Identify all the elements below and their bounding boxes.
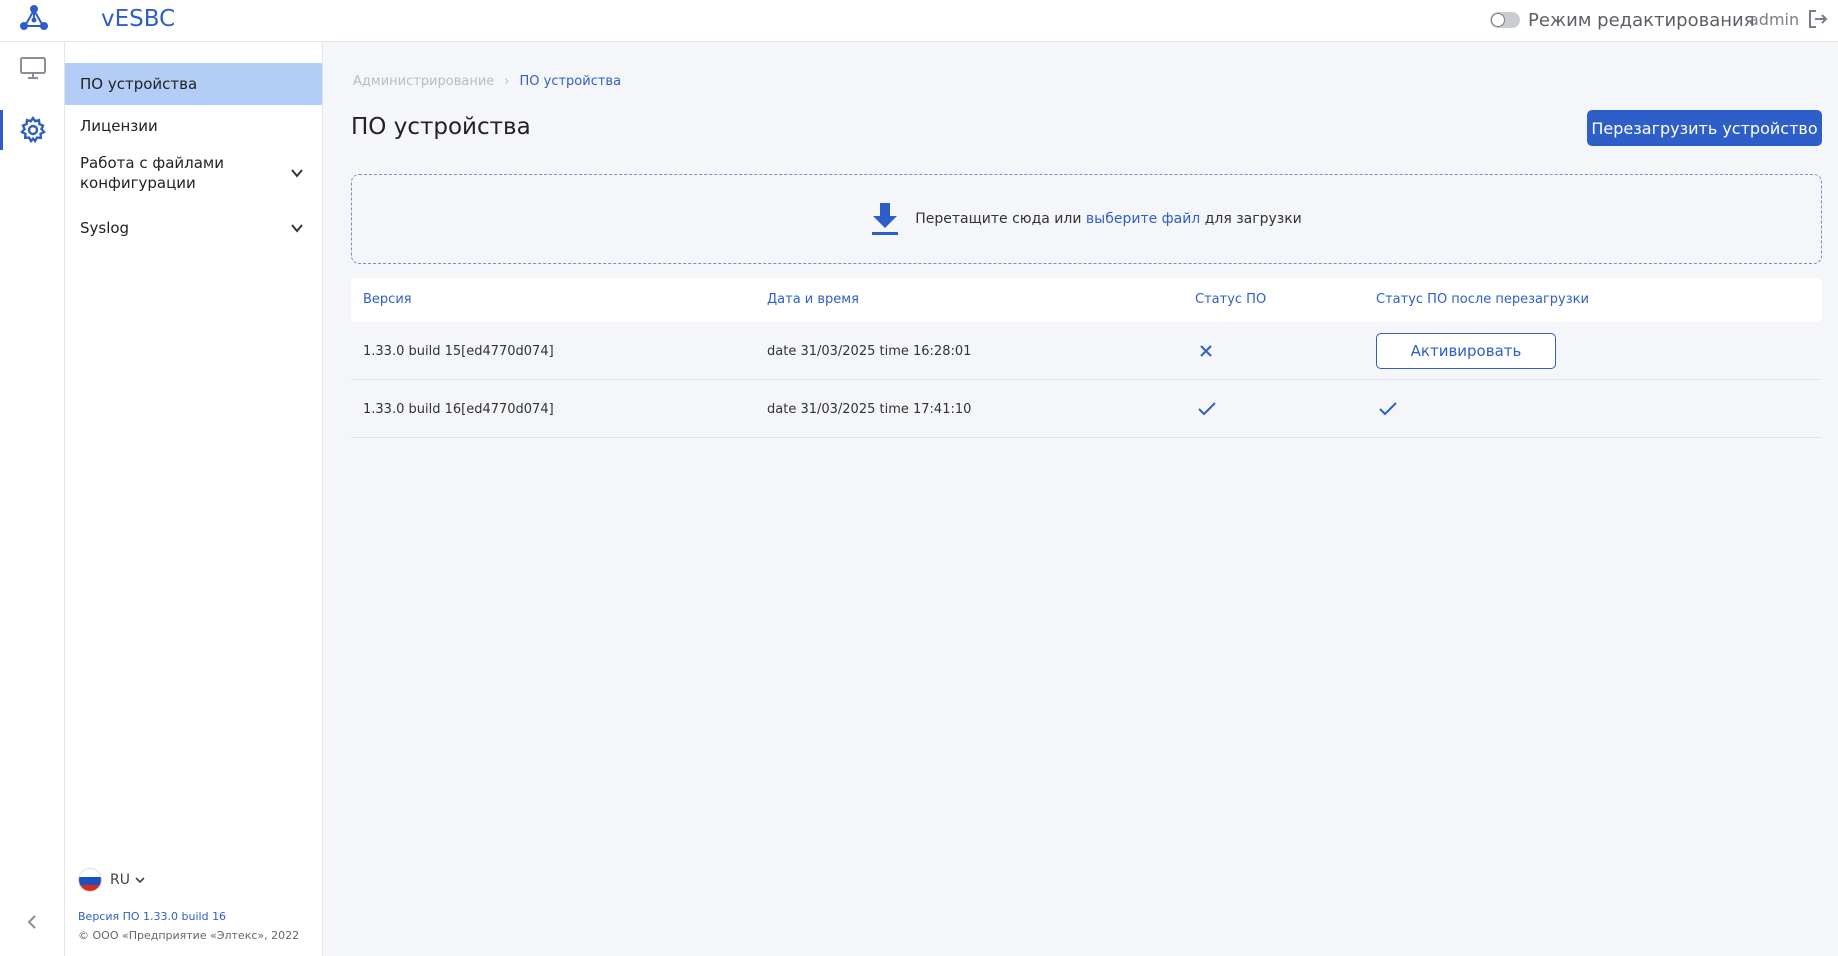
russia-flag-icon <box>78 868 102 892</box>
sidebar-item-label: Лицензии <box>80 117 158 135</box>
top-bar: vESBC Режим редактирования admin <box>0 0 1838 42</box>
chevron-down-icon <box>291 224 303 233</box>
cell-status-after-reboot: Активировать <box>1376 322 1556 380</box>
choose-file-link[interactable]: выберите файл <box>1086 211 1200 227</box>
cell-status-after-reboot <box>1379 380 1397 438</box>
firmware-table: Версия Дата и время Статус ПО Статус ПО … <box>351 278 1822 438</box>
user-menu: admin <box>1749 9 1829 29</box>
software-version[interactable]: Версия ПО 1.33.0 build 16 <box>78 910 226 923</box>
breadcrumb-separator: › <box>504 74 510 89</box>
chevron-left-icon <box>27 915 36 929</box>
cell-status <box>1198 380 1216 438</box>
rail-item-monitoring[interactable] <box>0 48 65 88</box>
reboot-device-button[interactable]: Перезагрузить устройство <box>1587 110 1822 146</box>
gear-icon <box>19 116 46 144</box>
toggle-switch[interactable] <box>1490 12 1520 28</box>
sidebar-item-syslog[interactable]: Syslog <box>65 207 322 249</box>
sidebar: ПО устройства Лицензии Работа с файлами … <box>65 42 323 956</box>
column-header-status[interactable]: Статус ПО <box>1195 278 1266 322</box>
copyright: © ООО «Предприятие «Элтекс», 2022 <box>78 929 300 942</box>
sidebar-item-label: Syslog <box>80 219 130 237</box>
dropzone-text: Перетащите сюда или выберите файл для за… <box>915 211 1302 227</box>
language-selector[interactable]: RU <box>78 868 146 892</box>
sidebar-item-device-software[interactable]: ПО устройства <box>65 63 322 105</box>
cross-icon <box>1200 345 1212 357</box>
username: admin <box>1749 9 1800 29</box>
cell-datetime: date 31/03/2025 time 17:41:10 <box>767 401 972 417</box>
dropzone-text-before: Перетащите сюда или <box>915 211 1086 227</box>
cell-version: 1.33.0 build 16[ed4770d074] <box>363 401 554 417</box>
app-logo-icon[interactable] <box>19 4 49 32</box>
breadcrumb-root[interactable]: Администрирование <box>353 74 494 89</box>
breadcrumb-current: ПО устройства <box>519 74 622 89</box>
table-header: Версия Дата и время Статус ПО Статус ПО … <box>351 278 1822 322</box>
download-icon <box>872 203 899 235</box>
logout-icon[interactable] <box>1807 9 1829 29</box>
edit-mode-toggle[interactable]: Режим редактирования <box>1490 8 1755 32</box>
table-row: 1.33.0 build 16[ed4770d074] date 31/03/2… <box>351 380 1822 438</box>
monitor-icon <box>19 57 46 79</box>
file-upload-dropzone[interactable]: Перетащите сюда или выберите файл для за… <box>351 174 1822 264</box>
activate-button[interactable]: Активировать <box>1376 333 1556 369</box>
cell-status <box>1199 322 1213 380</box>
table-row: 1.33.0 build 15[ed4770d074] date 31/03/2… <box>351 322 1822 380</box>
check-icon <box>1379 402 1397 416</box>
check-icon <box>1198 402 1216 416</box>
collapse-sidebar-button[interactable] <box>18 908 46 936</box>
breadcrumb: Администрирование › ПО устройства <box>353 74 621 89</box>
column-header-datetime[interactable]: Дата и время <box>767 278 859 322</box>
app-title: vESBC <box>101 6 176 32</box>
sidebar-item-label: Работа с файлами конфигурации <box>80 154 224 192</box>
chevron-down-icon <box>135 877 145 884</box>
column-header-status-after-reboot[interactable]: Статус ПО после перезагрузки <box>1376 278 1589 322</box>
edit-mode-label: Режим редактирования <box>1528 9 1755 31</box>
left-rail <box>0 42 65 956</box>
sidebar-item-config-files[interactable]: Работа с файлами конфигурации <box>65 149 322 197</box>
sidebar-item-licenses[interactable]: Лицензии <box>65 105 322 147</box>
language-code: RU <box>110 872 130 888</box>
column-header-version[interactable]: Версия <box>363 278 412 322</box>
page-title: ПО устройства <box>351 114 531 140</box>
cell-version: 1.33.0 build 15[ed4770d074] <box>363 343 554 359</box>
cell-datetime: date 31/03/2025 time 16:28:01 <box>767 343 972 359</box>
chevron-down-icon <box>291 169 303 178</box>
sidebar-item-label: ПО устройства <box>80 75 198 93</box>
dropzone-text-after: для загрузки <box>1200 211 1302 227</box>
rail-item-administration[interactable] <box>0 110 65 150</box>
